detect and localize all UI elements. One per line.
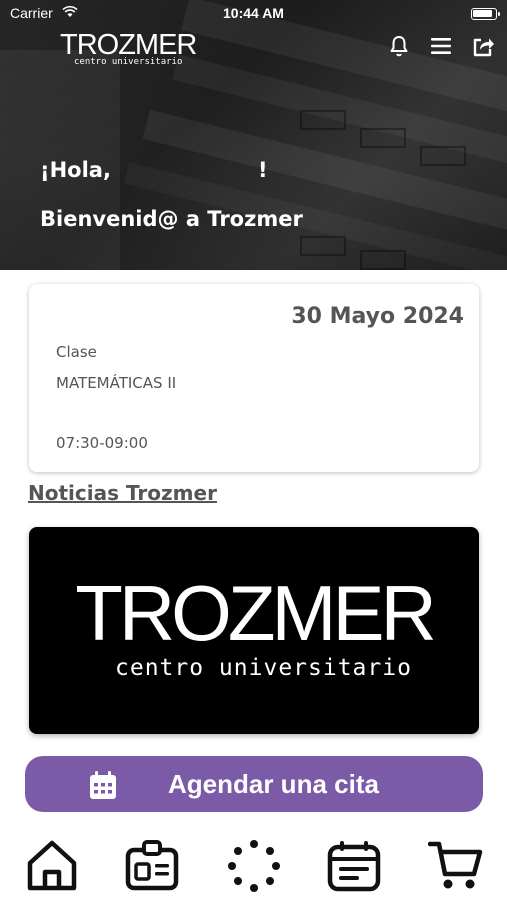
class-date: 30 Mayo 2024 [291,304,464,329]
share-icon[interactable] [471,34,495,58]
id-card-icon[interactable] [124,838,180,894]
class-label: Clase [56,343,97,361]
calendar-icon [90,771,116,799]
menu-icon[interactable] [429,34,453,58]
status-bar: Carrier 10:44 AM [0,0,507,28]
schedule-appointment-label: Agendar una cita [168,769,379,799]
clock: 10:44 AM [223,5,284,21]
banner-logo-word: TROZMER [75,569,437,657]
greeting-hello: ¡Hola, [40,158,111,182]
class-subject: MATEMÁTICAS II [56,374,177,392]
bell-icon[interactable] [387,34,411,58]
schedule-appointment-button[interactable]: Agendar una cita [25,756,483,812]
greeting-exclaim: ! [258,158,268,182]
class-hours: 07:30-09:00 [56,434,148,452]
class-card[interactable]: 30 Mayo 2024 Clase MATEMÁTICAS II 07:30-… [29,284,479,472]
schedule-icon[interactable] [326,838,382,894]
news-banner[interactable]: TROZMER centro universitario [29,527,479,734]
home-icon[interactable] [24,838,80,894]
header-actions [387,34,495,58]
loading-icon[interactable] [226,838,282,894]
news-section-link[interactable]: Noticias Trozmer [28,481,217,505]
cart-icon[interactable] [428,838,484,894]
bottom-tab-bar [0,828,507,900]
app-logo: TROZMER centro universitario [60,29,197,67]
logo-word: TROZMER [60,29,197,61]
banner-logo-subtitle: centro universitario [115,655,412,681]
battery-icon [471,8,500,20]
welcome-message: Bienvenid@ a Trozmer [40,207,303,231]
logo-subtitle: centro universitario [74,57,183,67]
